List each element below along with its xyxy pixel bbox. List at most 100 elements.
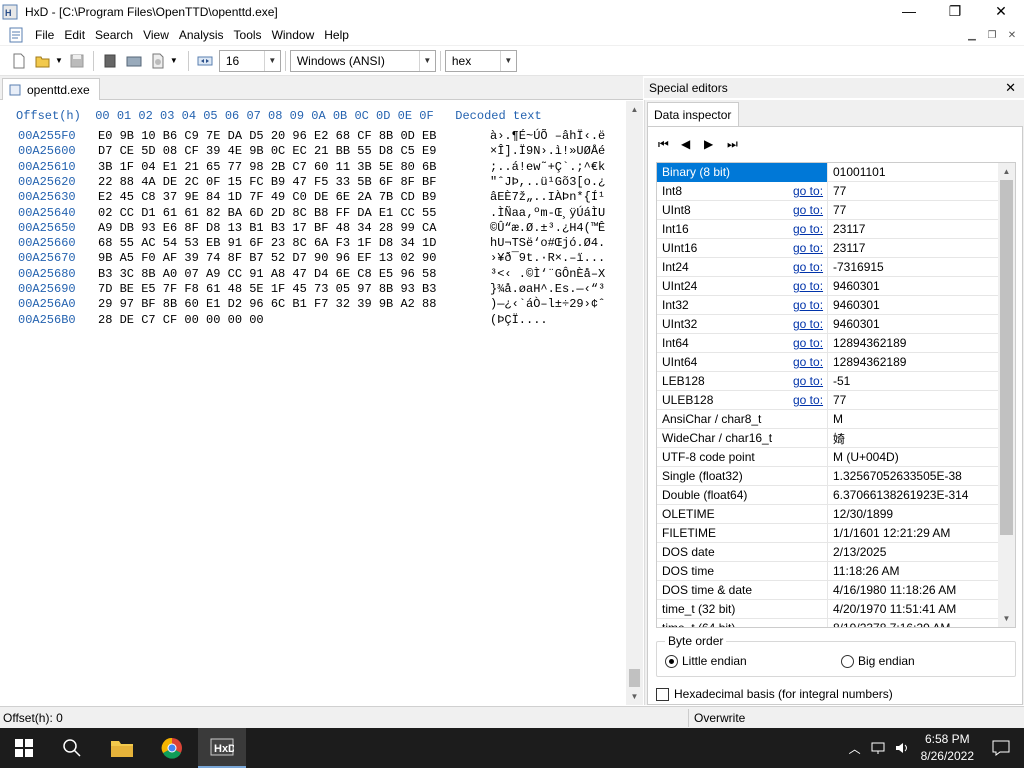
inspector-row-value[interactable]: 婍 — [833, 430, 845, 447]
windows-start-icon[interactable] — [0, 728, 48, 768]
scrollbar-thumb[interactable] — [629, 669, 640, 687]
inspector-row[interactable]: UInt8 go to: 77 — [657, 201, 1000, 220]
go-to-link[interactable]: go to: — [793, 355, 823, 369]
inspector-row[interactable]: ULEB128 go to: 77 — [657, 391, 1000, 410]
go-to-link[interactable]: go to: — [793, 203, 823, 217]
hex-row-bytes[interactable]: 22 88 4A DE 2C 0F 15 FC B9 47 F5 33 5B 6… — [98, 174, 436, 190]
document-icon[interactable] — [8, 27, 24, 43]
inspector-row[interactable]: AnsiChar / char8_t M — [657, 410, 1000, 429]
scroll-down-icon[interactable]: ▼ — [626, 688, 643, 705]
inspector-row[interactable]: Int24 go to: -7316915 — [657, 258, 1000, 277]
next-icon[interactable]: ▶ — [704, 137, 718, 151]
charset-select[interactable]: Windows (ANSI) ▼ — [289, 49, 436, 72]
chevron-down-icon[interactable]: ▼ — [499, 50, 516, 71]
inspector-row-value[interactable]: M — [833, 412, 843, 426]
hex-row-bytes[interactable]: 3B 1F 04 E1 21 65 77 98 2B C7 60 11 3B 5… — [98, 159, 436, 175]
chrome-icon[interactable] — [148, 728, 196, 768]
save-icon[interactable] — [68, 52, 86, 70]
disk-icon[interactable] — [101, 52, 119, 70]
hex-row-bytes[interactable]: 28 DE C7 CF 00 00 00 00 — [98, 312, 264, 328]
last-icon[interactable]: ⏭ — [727, 137, 741, 151]
hex-row-decoded-text[interactable]: ³<‹ .©Ì‘¨GÔnÈå–X — [490, 266, 605, 282]
hex-editor-view[interactable]: Offset(h) 00 01 02 03 04 05 06 07 08 09 … — [0, 101, 626, 705]
hex-row-decoded-text[interactable]: "ˆJÞ,..ü¹Gõ3[o.¿ — [490, 174, 605, 190]
inspector-row[interactable]: UTF-8 code point M (U+004D) — [657, 448, 1000, 467]
mdi-minimize-button[interactable]: ▁ — [964, 27, 980, 43]
inspector-row-value[interactable]: -7316915 — [833, 260, 884, 274]
tab-data-inspector[interactable]: Data inspector — [647, 102, 739, 126]
inspector-row[interactable]: Double (float64) 6.37066138261923E-314 — [657, 486, 1000, 505]
inspector-row[interactable]: Int16 go to: 23117 — [657, 220, 1000, 239]
hex-row-decoded-text[interactable]: à›.¶É~ÚÕ –âhÏ‹.ë — [490, 128, 605, 144]
inspector-scrollbar[interactable]: ▲ ▼ — [998, 163, 1015, 627]
ram-icon[interactable] — [125, 52, 143, 70]
hex-row-decoded-text[interactable]: âEÈ7ž„..IÀÞn*{Í¹ — [490, 189, 605, 205]
file-explorer-icon[interactable] — [98, 728, 146, 768]
go-to-link[interactable]: go to: — [793, 279, 823, 293]
hex-scrollbar[interactable]: ▲ ▼ — [626, 101, 643, 705]
mdi-restore-button[interactable]: ❐ — [984, 27, 1000, 43]
go-to-link[interactable]: go to: — [793, 374, 823, 388]
go-to-link[interactable]: go to: — [793, 393, 823, 407]
hex-row-decoded-text[interactable]: ;..á!ew˜+Ç`.;^€k — [490, 159, 605, 175]
disk-dropdown-icon[interactable]: ▼ — [170, 56, 178, 65]
hex-row-decoded-text[interactable]: .ÌÑaa‚ºm-Œ¸ÿÚáÌU — [490, 205, 605, 221]
system-clock[interactable]: 6:58 PM 8/26/2022 — [921, 731, 974, 765]
inspector-row-value[interactable]: 77 — [833, 203, 846, 217]
go-to-link[interactable]: go to: — [793, 222, 823, 236]
radio-unselected-icon[interactable] — [841, 654, 854, 668]
inspector-row[interactable]: DOS time 11:18:26 AM — [657, 562, 1000, 581]
close-icon[interactable]: ✕ — [1005, 80, 1016, 96]
hex-row-bytes[interactable]: E0 9B 10 B6 C9 7E DA D5 20 96 E2 68 CF 8… — [98, 128, 436, 144]
inspector-row-value[interactable]: 2/13/2025 — [833, 545, 886, 559]
inspector-row-value[interactable]: 8/19/2378 7:16:29 AM — [833, 621, 950, 627]
scrollbar-thumb[interactable] — [1000, 180, 1013, 535]
inspector-row-value[interactable]: 4/16/1980 11:18:26 AM — [833, 583, 956, 597]
inspector-row[interactable]: Int64 go to: 12894362189 — [657, 334, 1000, 353]
inspector-row-value[interactable]: 11:18:26 AM — [833, 564, 900, 578]
go-to-link[interactable]: go to: — [793, 241, 823, 255]
volume-icon[interactable] — [895, 741, 911, 755]
go-to-link[interactable]: go to: — [793, 336, 823, 350]
network-icon[interactable] — [871, 741, 887, 755]
little-endian-radio[interactable]: Little endian — [665, 654, 747, 668]
maximize-button[interactable]: ❐ — [932, 0, 978, 22]
inspector-row-value[interactable]: 23117 — [833, 222, 865, 236]
inspector-row[interactable]: UInt16 go to: 23117 — [657, 239, 1000, 258]
inspector-row[interactable]: time_t (64 bit) 8/19/2378 7:16:29 AM — [657, 619, 1000, 627]
open-folder-icon[interactable] — [34, 52, 52, 70]
hex-row-bytes[interactable]: D7 CE 5D 08 CF 39 4E 9B 0C EC 21 BB 55 D… — [98, 143, 436, 159]
inspector-row[interactable]: DOS time & date 4/16/1980 11:18:26 AM — [657, 581, 1000, 600]
menu-edit[interactable]: Edit — [59, 24, 90, 46]
inspector-row-value[interactable]: 6.37066138261923E-314 — [833, 488, 968, 502]
hex-row-decoded-text[interactable]: ×Î].Ï9N›.ì!»UØÅé — [490, 143, 605, 159]
inspector-row[interactable]: FILETIME 1/1/1601 12:21:29 AM — [657, 524, 1000, 543]
inspector-row-value[interactable]: 77 — [833, 184, 846, 198]
hex-row-bytes[interactable]: B3 3C 8B A0 07 A9 CC 91 A8 47 D4 6E C8 E… — [98, 266, 436, 282]
go-to-link[interactable]: go to: — [793, 298, 823, 312]
notifications-icon[interactable] — [992, 740, 1010, 756]
inspector-row[interactable]: Single (float32) 1.32567052633505E-38 — [657, 467, 1000, 486]
inspector-row[interactable]: UInt32 go to: 9460301 — [657, 315, 1000, 334]
hex-row-decoded-text[interactable]: }¾å.øaH^.Es.—‹“³ — [490, 281, 605, 297]
disk-image-icon[interactable] — [149, 52, 167, 70]
hex-row-bytes[interactable]: A9 DB 93 E6 8F D8 13 B1 B3 17 BF 48 34 2… — [98, 220, 436, 236]
inspector-row-value[interactable]: 23117 — [833, 241, 865, 255]
hex-row-decoded-text[interactable]: ›¥ð¯9t.·R×.–ï... — [490, 250, 605, 266]
mdi-close-button[interactable]: ✕ — [1004, 27, 1020, 43]
offset-base-select[interactable]: hex ▼ — [444, 49, 517, 72]
close-button[interactable]: ✕ — [978, 0, 1024, 22]
hex-row-decoded-text[interactable]: ©Û“æ.Ø.±³.¿H4(™Ê — [490, 220, 605, 236]
hex-row-decoded-text[interactable]: hU¬TSë‘o#Œjó.Ø4. — [490, 235, 605, 251]
hex-row-bytes[interactable]: 7D BE E5 7F F8 61 48 5E 1F 45 73 05 97 8… — [98, 281, 436, 297]
inspector-row[interactable]: Int32 go to: 9460301 — [657, 296, 1000, 315]
chevron-up-icon[interactable]: ︿ — [849, 740, 861, 757]
inspector-row-value[interactable]: 1.32567052633505E-38 — [833, 469, 962, 483]
go-to-link[interactable]: go to: — [793, 184, 823, 198]
chevron-down-icon[interactable]: ▼ — [263, 50, 280, 71]
search-icon[interactable] — [48, 728, 96, 768]
new-file-icon[interactable] — [10, 52, 28, 70]
hex-basis-checkbox-row[interactable]: Hexadecimal basis (for integral numbers) — [656, 687, 893, 701]
inspector-row[interactable]: Int8 go to: 77 — [657, 182, 1000, 201]
inspector-row[interactable]: UInt64 go to: 12894362189 — [657, 353, 1000, 372]
